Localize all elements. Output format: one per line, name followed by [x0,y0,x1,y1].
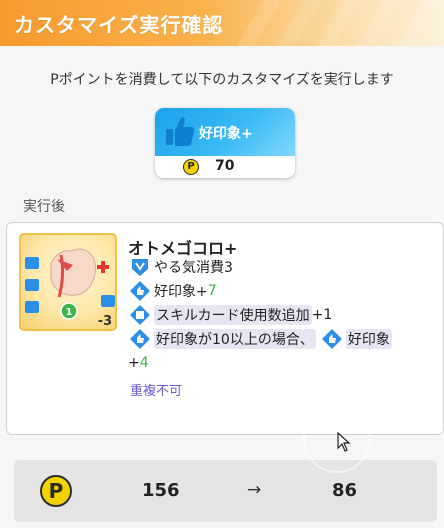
customization-card: 好印象+ P 70 [155,108,295,178]
effect-value: 7 [207,283,217,299]
p-point-coin-icon: P [183,159,199,175]
arrow-icon: → [247,480,262,500]
no-duplicate-note: 重複不可 [130,384,183,399]
point-cost-summary: P 156 → 86 [14,460,437,522]
dialog-title: カスタマイズ実行確認 [14,13,224,37]
effect-line-4: 好印象が10以上の場合、 好印象 [130,328,392,350]
thumbs-up-icon [130,329,150,349]
description-text: Pポイントを消費して以下のカスタマイズを実行します [50,72,394,88]
customization-cost: 70 [215,158,235,174]
points-after: 86 [332,480,358,501]
mouse-cursor-icon [337,432,351,452]
effect-line-1: やる気消費3 [130,256,233,278]
svg-text:-3: -3 [98,314,112,329]
after-label: 実行後 [23,199,65,215]
svg-text:1: 1 [66,307,73,318]
effect-line-2: 好印象+ 7 [130,280,217,302]
skill-card-art: 1 -3 [19,233,117,331]
motivation-icon [132,259,148,276]
effect-value: 4 [139,355,149,371]
effect-line-5: +4 [128,355,149,371]
dialog-header: カスタマイズ実行確認 [0,0,444,46]
card-illustration-icon: 1 -3 [25,248,115,329]
thumbs-up-icon [130,281,150,301]
p-point-coin-icon: P [40,475,72,507]
customization-name: 好印象+ [199,126,253,142]
thumbs-up-icon [321,329,342,349]
points-before: 156 [142,480,180,501]
thumbs-up-icon [166,117,195,146]
effect-line-3: スキルカード使用数追加 +1 [130,304,332,326]
result-panel: 1 -3 オトメゴコロ+ やる気消費3 好印象+ 7 スキルカード使用数追加 +1 … [6,222,444,435]
card-icon [130,305,150,325]
